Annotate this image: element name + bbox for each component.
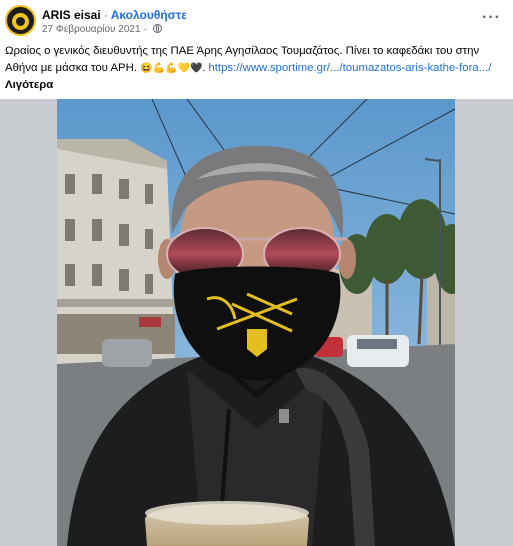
article-link[interactable]: https://www.sportime.gr/.../toumazatos-a… <box>208 62 491 74</box>
photo-frame <box>0 99 513 546</box>
globe-icon <box>152 24 162 33</box>
facebook-post: ARIS eisai · Ακολουθήστε 27 Φεβρουαρίου 20… <box>0 0 513 546</box>
separator-dot: · <box>143 24 147 35</box>
see-less-button[interactable]: Λιγότερα <box>5 79 53 91</box>
caption-emojis: 😆💪💪💛🖤. <box>140 63 206 74</box>
post-date-link[interactable]: 27 Φεβρουαρίου 2021 <box>42 24 141 35</box>
selfie-photo[interactable] <box>57 99 455 546</box>
follow-button[interactable]: Ακολουθήστε <box>111 8 187 22</box>
post-caption: Ωραίος ο γενικός διευθυντής της ΠΑΕ Άρης… <box>5 43 505 94</box>
more-options-button[interactable]: ··· <box>482 10 501 26</box>
post-author-line: ARIS eisai · Ακολουθήστε <box>42 8 187 22</box>
post-meta-line: 27 Φεβρουαρίου 2021 · <box>42 24 162 35</box>
page-avatar-icon[interactable] <box>5 5 36 36</box>
page-name-link[interactable]: ARIS eisai <box>42 8 101 22</box>
post-header: ARIS eisai · Ακολουθήστε 27 Φεβρουαρίου 20… <box>0 0 513 40</box>
separator-dot: · <box>103 8 108 22</box>
